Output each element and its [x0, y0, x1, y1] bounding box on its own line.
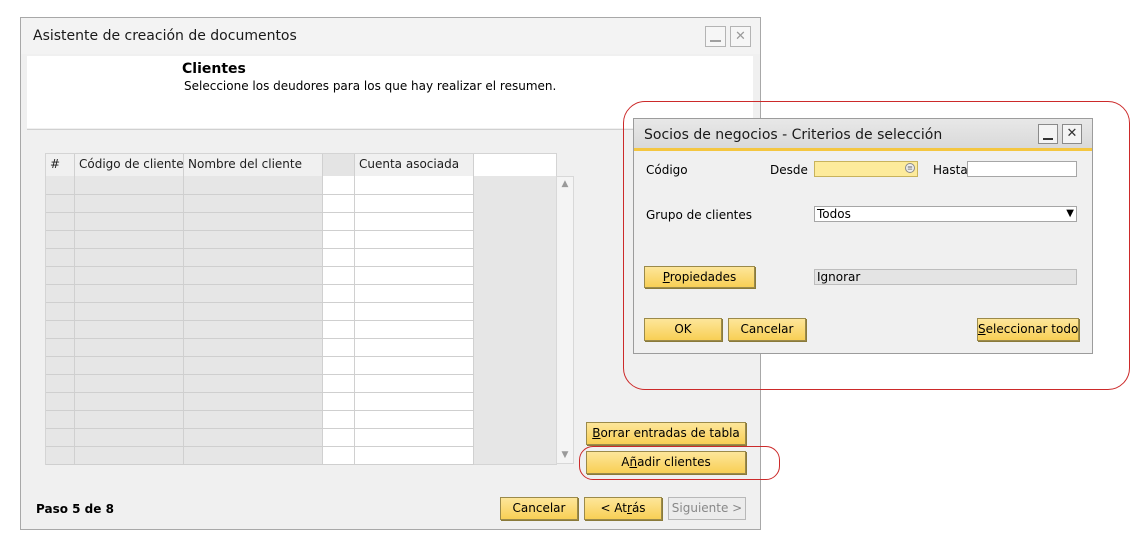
table-row[interactable]	[46, 410, 474, 411]
table-row[interactable]	[46, 320, 474, 321]
dialog-titlebar: Socios de negocios - Criterios de selecc…	[634, 119, 1092, 151]
from-label: Desde	[770, 163, 808, 177]
minimize-icon[interactable]	[705, 26, 726, 47]
cancel-button[interactable]: Cancelar	[500, 497, 578, 520]
properties-button[interactable]: Propiedades	[644, 266, 755, 288]
table-row[interactable]	[46, 284, 474, 285]
dialog-cancel-button[interactable]: Cancelar	[728, 318, 806, 341]
table-row[interactable]	[46, 266, 474, 267]
scroll-up-icon[interactable]: ▲	[557, 177, 573, 191]
search-icon[interactable]: ≡	[905, 163, 915, 173]
step-description: Seleccione los deudores para los que hay…	[184, 79, 557, 93]
dialog-minimize-icon[interactable]	[1038, 124, 1058, 144]
table-row[interactable]	[46, 374, 474, 375]
table-row[interactable]	[46, 446, 474, 447]
table-row[interactable]	[46, 392, 474, 393]
customer-group-select[interactable]: Todos ▼	[814, 206, 1077, 222]
chevron-down-icon[interactable]: ▼	[1066, 207, 1074, 221]
wizard-titlebar: Asistente de creación de documentos ✕	[21, 18, 760, 54]
table-row[interactable]	[46, 302, 474, 303]
selection-criteria-dialog: Socios de negocios - Criterios de selecc…	[633, 118, 1093, 354]
properties-value: Ignorar	[814, 269, 1077, 285]
column-header-customer-code[interactable]: Código de cliente	[75, 154, 184, 176]
add-clients-highlight	[579, 446, 780, 480]
table-row[interactable]	[46, 464, 474, 465]
code-from-input[interactable]	[814, 161, 918, 177]
clear-table-button[interactable]: Borrar entradas de tabla	[586, 422, 746, 445]
code-to-input[interactable]	[967, 161, 1077, 177]
select-all-button[interactable]: Seleccionar todo	[977, 318, 1079, 341]
back-button[interactable]: < Atrás	[584, 497, 662, 520]
column-header-customer-name[interactable]: Nombre del cliente	[184, 154, 323, 176]
customer-group-value: Todos	[817, 207, 851, 221]
clients-table[interactable]: # Código de cliente Nombre del cliente C…	[45, 153, 574, 465]
code-label: Código	[646, 163, 688, 177]
wizard-title: Asistente de creación de documentos	[33, 28, 297, 44]
table-row[interactable]	[46, 338, 474, 339]
table-row[interactable]	[46, 230, 474, 231]
table-row[interactable]	[46, 248, 474, 249]
table-row[interactable]	[46, 428, 474, 429]
step-title: Clientes	[182, 61, 246, 77]
customer-group-label: Grupo de clientes	[646, 208, 753, 222]
scroll-down-icon[interactable]: ▼	[557, 448, 573, 462]
table-row[interactable]	[46, 356, 474, 357]
column-header-blank[interactable]	[323, 154, 355, 176]
close-icon[interactable]: ✕	[730, 26, 751, 47]
column-header-associated-account[interactable]: Cuenta asociada	[355, 154, 474, 176]
table-row[interactable]	[46, 212, 474, 213]
dialog-close-icon[interactable]: ✕	[1062, 124, 1082, 144]
column-header-row-number[interactable]: #	[46, 154, 75, 176]
dialog-title: Socios de negocios - Criterios de selecc…	[644, 127, 943, 143]
step-indicator: Paso 5 de 8	[36, 502, 114, 516]
next-button[interactable]: Siguiente >	[668, 497, 746, 520]
table-row[interactable]	[46, 194, 474, 195]
to-label: Hasta	[933, 163, 968, 177]
ok-button[interactable]: OK	[644, 318, 722, 341]
table-empty-area	[474, 176, 556, 464]
vertical-scrollbar[interactable]: ▲ ▼	[556, 176, 574, 464]
